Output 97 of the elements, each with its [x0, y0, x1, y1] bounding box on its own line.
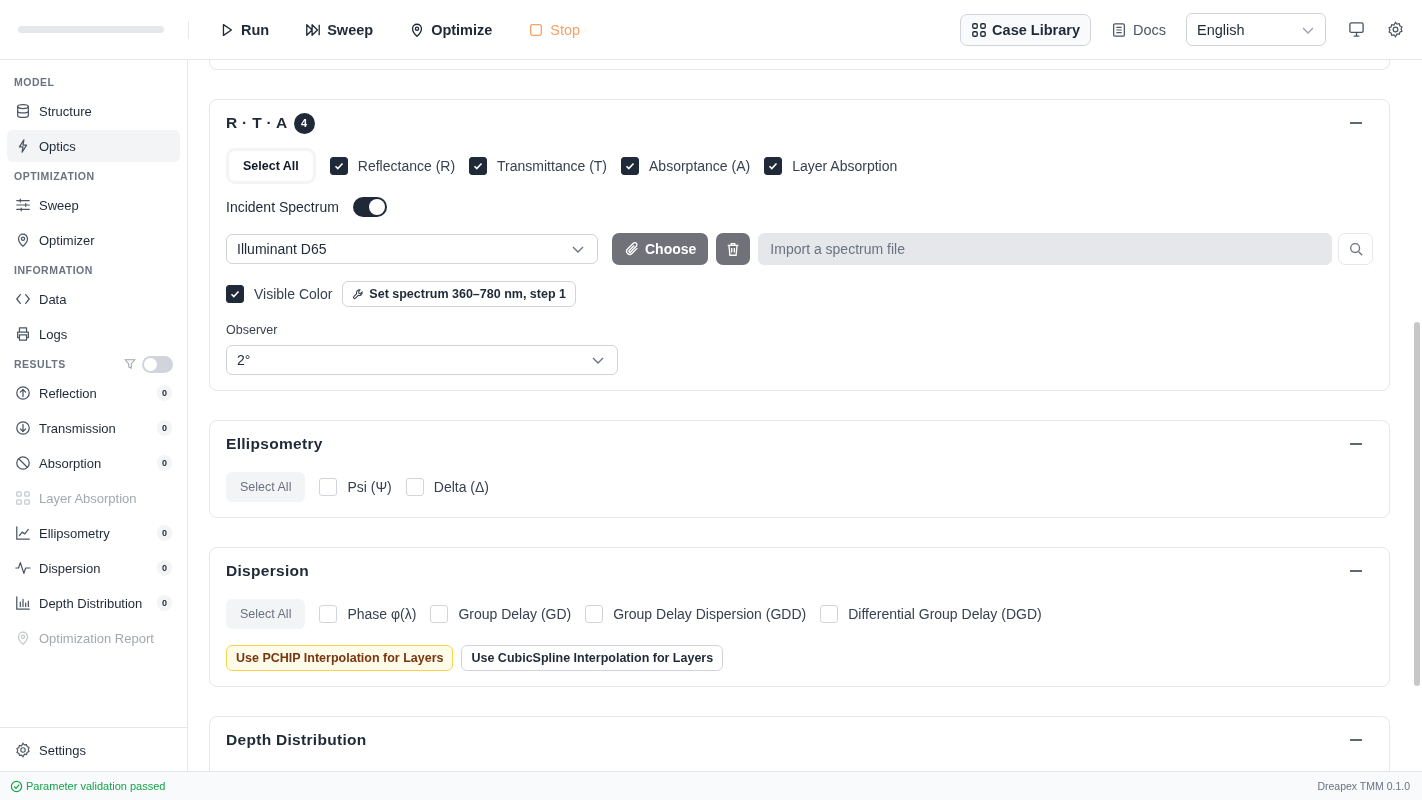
check-circle-icon	[10, 779, 23, 793]
monitor-icon[interactable]	[1348, 21, 1365, 38]
checkbox-label: Group Delay (GD)	[458, 606, 572, 622]
checkbox-label: Transmittance (T)	[497, 158, 608, 174]
nav-item[interactable]: Depth Distribution 0	[7, 587, 180, 619]
nav-item[interactable]: Sweep	[7, 189, 180, 221]
count-badge: 0	[157, 420, 172, 436]
checkbox[interactable]	[621, 157, 640, 175]
scrollbar-thumb[interactable]	[1414, 322, 1420, 686]
checkbox[interactable]	[226, 285, 244, 303]
count-badge: 4	[293, 112, 315, 134]
code-icon	[15, 291, 31, 307]
checkbox-label: Psi (Ψ)	[347, 479, 392, 495]
check-icon	[229, 288, 241, 300]
language-select[interactable]: English	[1186, 13, 1326, 46]
grid-icon	[15, 490, 31, 506]
checkbox-label: Delta (Δ)	[433, 479, 490, 495]
observer-select[interactable]: 2°	[226, 345, 618, 375]
bar-chart-icon	[15, 595, 31, 611]
sweep-button[interactable]: Sweep	[295, 15, 384, 44]
square-icon	[528, 21, 545, 38]
database-icon	[15, 103, 31, 119]
settings-icon[interactable]	[1387, 21, 1404, 38]
check-icon	[624, 160, 637, 172]
nav-item[interactable]: Ellipsometry 0	[7, 517, 180, 549]
check-icon	[767, 160, 780, 172]
count-badge: 0	[157, 525, 172, 541]
check-icon	[472, 160, 485, 172]
checkbox[interactable]	[469, 157, 488, 175]
fast-forward-icon	[305, 21, 322, 38]
nav-item[interactable]: Optimizer	[7, 224, 180, 256]
line-chart-icon	[15, 525, 31, 541]
select-all-button[interactable]: Select All	[226, 472, 306, 502]
card-title: R · T · A	[226, 114, 288, 132]
nav-item[interactable]: Reflection 0	[7, 377, 180, 409]
interpolation-button[interactable]: Use CubicSpline Interpolation for Layers	[461, 645, 724, 671]
book-icon	[1110, 21, 1127, 38]
arrow-up-circle-icon	[15, 385, 31, 401]
pin-icon	[15, 630, 31, 646]
nav-item[interactable]: Data	[7, 283, 180, 315]
delete-button[interactable]	[716, 233, 751, 265]
section-heading: RESULTS	[14, 358, 66, 370]
grid-icon	[971, 21, 988, 38]
run-button[interactable]: Run	[209, 15, 280, 44]
case-library-button[interactable]: Case Library	[960, 13, 1091, 46]
interpolation-button[interactable]: Use PCHIP Interpolation for Layers	[226, 645, 454, 671]
pulse-icon	[15, 560, 31, 576]
printer-icon	[15, 326, 31, 342]
field-label: Incident Spectrum	[226, 199, 339, 215]
count-badge: 0	[157, 385, 172, 401]
docs-button[interactable]: Docs	[1100, 15, 1176, 44]
checkbox-label: Absorptance (A)	[649, 158, 751, 174]
spectrum-toggle[interactable]	[352, 197, 387, 217]
validation-message: Parameter validation passed	[10, 779, 166, 793]
checkbox-label: Group Delay Dispersion (GDD)	[613, 606, 807, 622]
section-heading: MODEL	[14, 76, 55, 88]
ban-icon	[15, 455, 31, 471]
sliders-icon	[15, 197, 31, 213]
version-label: Dreapex TMM 0.1.0	[1317, 780, 1410, 792]
checkbox[interactable]	[329, 157, 348, 175]
nav-item[interactable]: Dispersion 0	[7, 552, 180, 584]
nav-item[interactable]: Logs	[7, 318, 180, 350]
select-all-button[interactable]: Select All	[229, 151, 313, 181]
count-badge: 0	[157, 560, 172, 576]
checkbox-label: Layer Absorption	[792, 158, 898, 174]
checkbox-label: Differential Group Delay (DGD)	[848, 606, 1042, 622]
search-button[interactable]	[1338, 233, 1373, 265]
section-heading: OPTIMIZATION	[14, 170, 95, 182]
card-title: Ellipsometry	[226, 435, 323, 453]
set-spectrum-button[interactable]: Set spectrum 360–780 nm, step 1	[342, 281, 576, 307]
checkbox[interactable]	[764, 157, 783, 175]
settings-icon	[15, 742, 31, 758]
search-icon	[1347, 241, 1364, 257]
pin-icon	[15, 232, 31, 248]
paperclip-icon	[624, 241, 640, 257]
nav-item[interactable]: Transmission 0	[7, 412, 180, 444]
card-title: Dispersion	[226, 562, 310, 580]
wrench-icon	[352, 287, 366, 301]
nav-item[interactable]: Structure	[7, 95, 180, 127]
spectrum-select[interactable]: Illuminant D65	[226, 234, 598, 264]
checkbox-label: Reflectance (R)	[357, 158, 456, 174]
nav-item[interactable]: Optics	[7, 130, 180, 162]
count-badge: 0	[157, 595, 172, 611]
field-label: Observer	[226, 323, 279, 337]
count-badge: 0	[157, 455, 172, 471]
checkbox-label: Visible Color	[254, 286, 333, 302]
choose-button[interactable]: Choose	[612, 233, 709, 265]
select-all-button[interactable]: Select All	[226, 599, 306, 629]
settings-nav-item[interactable]: Settings	[7, 734, 180, 766]
card-title: Depth Distribution	[226, 731, 367, 749]
checkbox-label: Phase φ(λ)	[347, 606, 417, 622]
optimize-button[interactable]: Optimize	[399, 15, 503, 44]
nav-item[interactable]: Absorption 0	[7, 447, 180, 479]
check-icon	[332, 160, 345, 172]
arrow-down-circle-icon	[15, 420, 31, 436]
filter-toggle[interactable]	[142, 355, 173, 373]
section-heading: INFORMATION	[14, 264, 93, 276]
